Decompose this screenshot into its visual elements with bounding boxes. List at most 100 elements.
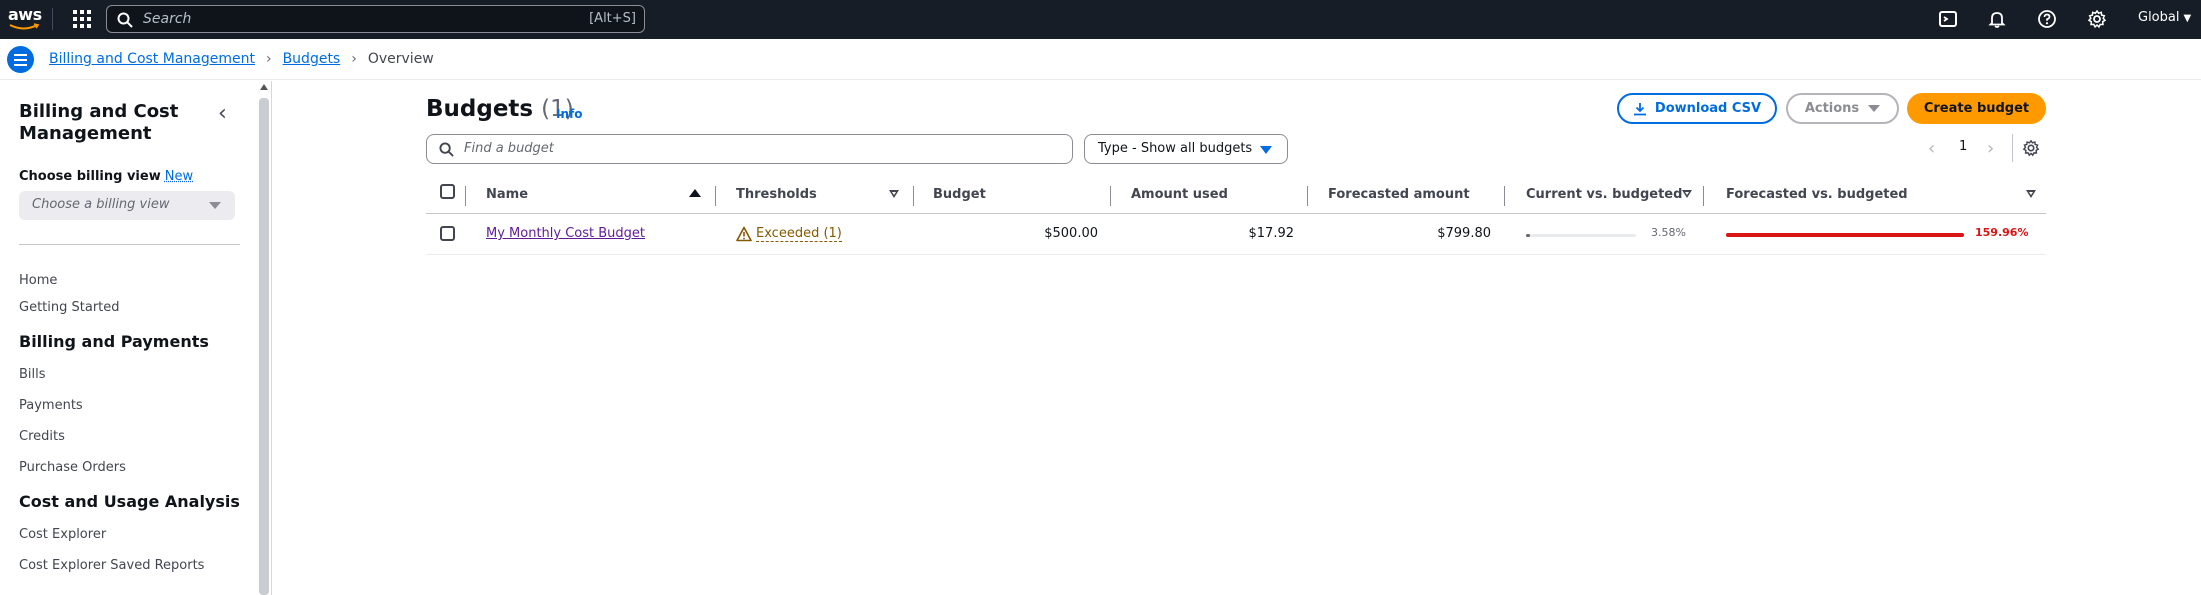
services-grid-icon[interactable]: [73, 10, 91, 28]
page-title: Budgets (1): [426, 96, 574, 122]
sort-icon[interactable]: [1682, 190, 1692, 198]
billing-view-select[interactable]: Choose a billing view: [19, 191, 235, 220]
sidebar-divider: [19, 244, 240, 245]
region-selector[interactable]: Global ▼: [2138, 10, 2191, 25]
page-number[interactable]: 1: [1959, 139, 1967, 154]
breadcrumb-billing[interactable]: Billing and Cost Management: [49, 51, 255, 67]
warning-icon: [736, 226, 752, 242]
column-header-name[interactable]: Name: [486, 187, 528, 202]
chevron-right-icon: ›: [351, 51, 357, 67]
current-vs-budgeted-value: 3.58%: [1651, 226, 1686, 239]
budget-name-link[interactable]: My Monthly Cost Budget: [486, 226, 645, 241]
sidebar-item-cost-explorer-saved-reports[interactable]: Cost Explorer Saved Reports: [19, 558, 204, 573]
find-budget-input[interactable]: Find a budget: [426, 134, 1073, 164]
top-navigation: aws Search [Alt+S] Global ▼: [0, 0, 2201, 39]
column-header-forecasted-vs-budgeted[interactable]: Forecasted vs. budgeted: [1726, 187, 1908, 202]
side-navigation: Billing and Cost Management ‹ Choose bil…: [0, 81, 256, 595]
caret-down-icon: [1868, 105, 1881, 112]
column-header-budget[interactable]: Budget: [933, 187, 986, 202]
column-divider[interactable]: [1307, 186, 1308, 206]
forecasted-amount: $799.80: [1437, 226, 1491, 241]
sort-ascending-icon[interactable]: [689, 189, 701, 197]
sidebar-item-home[interactable]: Home: [19, 273, 57, 288]
download-csv-label: Download CSV: [1654, 101, 1762, 116]
sort-icon[interactable]: [889, 190, 899, 198]
breadcrumb-budgets[interactable]: Budgets: [283, 51, 341, 67]
budget-amount: $500.00: [1044, 226, 1098, 241]
row-select-checkbox[interactable]: [440, 226, 455, 241]
threshold-status-text[interactable]: Exceeded (1): [756, 226, 842, 242]
caret-down-icon: [209, 202, 221, 209]
choose-billing-view-label: Choose billing view New: [19, 169, 193, 184]
sidebar-section-cost-usage: Cost and Usage Analysis: [19, 492, 240, 511]
sidebar-item-purchase-orders[interactable]: Purchase Orders: [19, 460, 126, 475]
select-all-checkbox[interactable]: [440, 184, 455, 199]
next-page-icon[interactable]: ›: [1987, 138, 1994, 159]
info-link[interactable]: Info: [556, 107, 582, 121]
column-header-forecasted-amount[interactable]: Forecasted amount: [1328, 187, 1470, 202]
column-divider[interactable]: [913, 186, 914, 206]
global-search-input[interactable]: Search [Alt+S]: [106, 5, 645, 33]
column-header-amount-used[interactable]: Amount used: [1131, 187, 1228, 202]
sidebar-scrollbar[interactable]: [259, 98, 269, 595]
search-shortcut: [Alt+S]: [589, 11, 636, 26]
sidebar-section-billing-payments: Billing and Payments: [19, 332, 209, 351]
cloudshell-icon[interactable]: [1938, 9, 1958, 29]
breadcrumb-current: Overview: [367, 51, 434, 67]
choose-billing-view-text: Choose billing view: [19, 169, 161, 184]
download-icon: [1633, 102, 1646, 115]
billing-view-placeholder: Choose a billing view: [32, 197, 170, 212]
sidebar-item-cost-explorer[interactable]: Cost Explorer: [19, 527, 106, 542]
chevron-right-icon: ›: [265, 51, 272, 67]
search-placeholder: Search: [143, 11, 192, 27]
table-row: My Monthly Cost Budget Exceeded (1) $500…: [426, 215, 2046, 255]
scroll-up-icon[interactable]: [260, 84, 268, 90]
sidebar-title: Billing and Cost Management: [19, 101, 179, 144]
column-divider: [465, 186, 466, 206]
forecasted-vs-budgeted-value: 159.96%: [1975, 226, 2029, 239]
pagination-divider: [2012, 134, 2013, 162]
page-title-text: Budgets: [426, 96, 534, 122]
find-budget-placeholder: Find a budget: [464, 141, 554, 156]
settings-gear-icon[interactable]: [2087, 9, 2107, 29]
table-header: Name Thresholds Budget Amount used Forec…: [426, 180, 2046, 214]
notifications-bell-icon[interactable]: [1987, 9, 2007, 29]
content-divider: [271, 81, 272, 595]
column-header-thresholds[interactable]: Thresholds: [736, 187, 817, 202]
create-budget-button[interactable]: Create budget: [1907, 93, 2046, 124]
aws-logo[interactable]: aws: [8, 5, 42, 33]
sidebar-item-payments[interactable]: Payments: [19, 398, 83, 413]
type-filter-select[interactable]: Type - Show all budgets: [1084, 134, 1288, 164]
sort-icon[interactable]: [2026, 190, 2036, 198]
breadcrumb-bar: Billing and Cost Management › Budgets › …: [0, 39, 2201, 80]
side-nav-toggle-button[interactable]: [7, 46, 34, 73]
sidebar-item-bills[interactable]: Bills: [19, 367, 46, 382]
budget-name-text[interactable]: My Monthly Cost Budget: [486, 226, 645, 241]
table-preferences-gear-icon[interactable]: [2022, 139, 2040, 157]
aws-logo-text: aws: [8, 5, 42, 24]
nav-divider: [52, 8, 53, 30]
column-divider[interactable]: [1110, 186, 1111, 206]
column-divider[interactable]: [715, 186, 716, 206]
actions-button[interactable]: Actions: [1786, 93, 1899, 124]
region-label: Global: [2138, 10, 2180, 25]
sidebar-item-credits[interactable]: Credits: [19, 429, 65, 444]
column-divider[interactable]: [1504, 186, 1505, 206]
column-header-current-vs-budgeted[interactable]: Current vs. budgeted: [1526, 187, 1682, 202]
close-sidebar-icon[interactable]: ‹: [218, 101, 227, 126]
download-csv-button[interactable]: Download CSV: [1617, 93, 1777, 124]
caret-down-icon: [1260, 146, 1272, 154]
search-icon: [439, 142, 454, 157]
threshold-status[interactable]: Exceeded (1): [756, 226, 842, 242]
create-budget-label: Create budget: [1923, 101, 2030, 116]
sidebar-item-getting-started[interactable]: Getting Started: [19, 300, 120, 315]
actions-label: Actions: [1804, 101, 1860, 116]
previous-page-icon[interactable]: ‹: [1928, 138, 1935, 159]
amount-used: $17.92: [1248, 226, 1295, 241]
breadcrumb: Billing and Cost Management › Budgets › …: [49, 51, 434, 67]
new-badge[interactable]: New: [165, 169, 193, 184]
region-caret-icon: ▼: [2183, 13, 2192, 24]
column-divider[interactable]: [1703, 186, 1704, 206]
current-vs-budgeted-progress: [1526, 234, 1636, 237]
help-icon[interactable]: [2037, 9, 2057, 29]
